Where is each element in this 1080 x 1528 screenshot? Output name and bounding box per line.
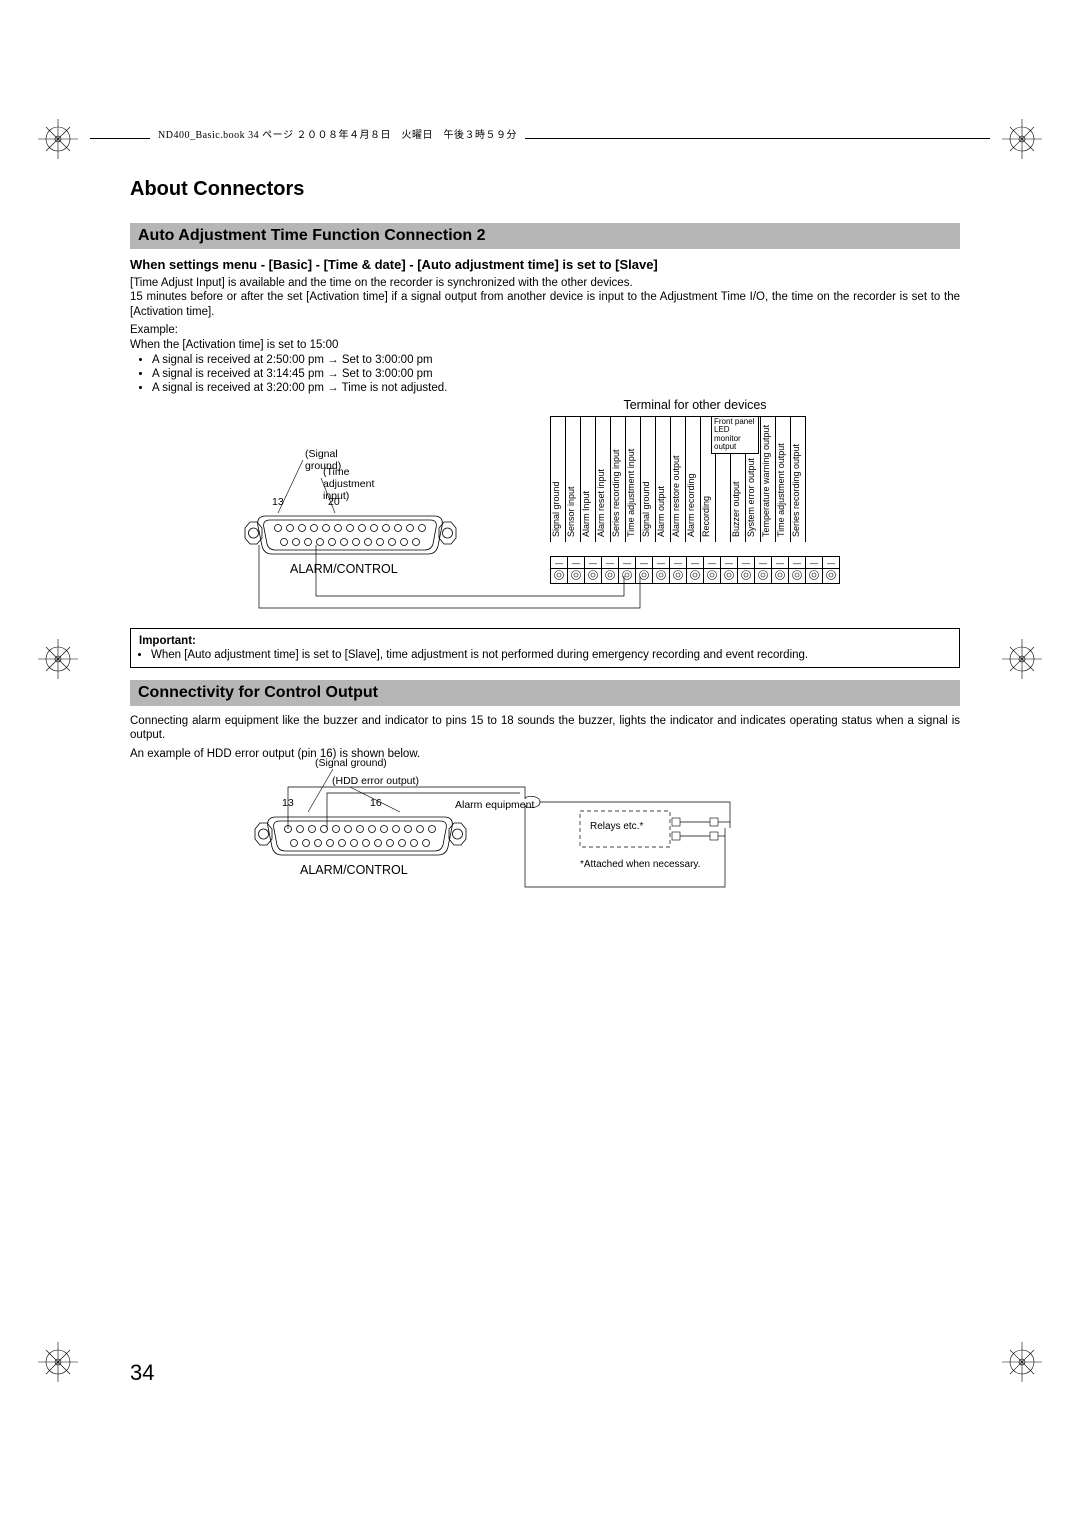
important-item: When [Auto adjustment time] is set to [S… — [151, 649, 951, 661]
section1-para1: [Time Adjust Input] is available and the… — [130, 276, 960, 290]
section1-subhead: When settings menu - [Basic] - [Time & d… — [130, 257, 960, 272]
page-title: About Connectors — [130, 178, 304, 201]
header-meta-text: ND400_Basic.book 34 ページ ２００８年４月８日 火曜日 午後… — [150, 126, 525, 141]
section-bar-1: Auto Adjustment Time Function Connection… — [130, 223, 960, 249]
section1-bullet: A signal is received at 2:50:00 pm → Set… — [152, 354, 960, 366]
page-number: 34 — [130, 1360, 154, 1386]
section1-bullet: A signal is received at 3:20:00 pm → Tim… — [152, 382, 960, 394]
section1-bullet: A signal is received at 3:14:45 pm → Set… — [152, 368, 960, 380]
section1-bullet-list: A signal is received at 2:50:00 pm → Set… — [130, 354, 960, 394]
crop-mark-mid-left — [28, 635, 88, 695]
crop-mark-top-right — [992, 115, 1052, 175]
section2-para1: Connecting alarm equipment like the buzz… — [130, 714, 960, 743]
important-box-1: Important: When [Auto adjustment time] i… — [130, 628, 960, 668]
d2-relays: Relays etc.* — [590, 821, 643, 832]
section1-example-label: Example: — [130, 323, 960, 337]
crop-mark-top-left — [28, 115, 88, 175]
d2-wiring-lines — [250, 757, 850, 897]
section-bar-2: Connectivity for Control Output — [130, 680, 960, 706]
section1-para2: 15 minutes before or after the set [Acti… — [130, 290, 960, 319]
important-label: Important: — [139, 635, 196, 647]
d2-attached-note: *Attached when necessary. — [580, 859, 700, 870]
d1-wiring-lines — [130, 398, 960, 628]
crop-mark-bottom-right — [992, 1338, 1052, 1398]
section1-example-when: When the [Activation time] is set to 15:… — [130, 338, 960, 352]
crop-mark-mid-right — [992, 635, 1052, 695]
crop-mark-bottom-left — [28, 1338, 88, 1398]
